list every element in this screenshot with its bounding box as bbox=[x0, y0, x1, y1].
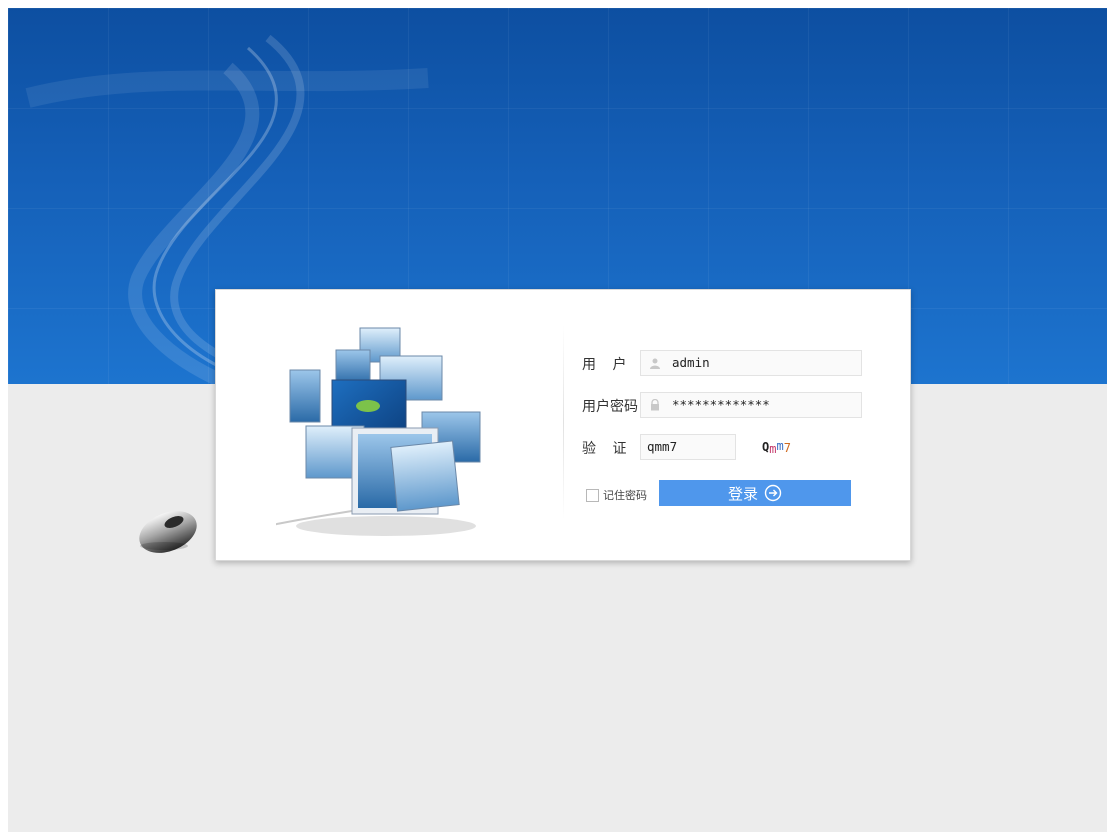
remember-password-label[interactable]: 记住密码 bbox=[603, 487, 647, 503]
captcha-char: m bbox=[776, 439, 784, 453]
vertical-divider bbox=[563, 325, 564, 520]
login-button[interactable]: 登录 bbox=[659, 480, 851, 506]
login-page: 用 户 名 admin 用户密码 ************* 验 证 码 qmm… bbox=[8, 8, 1107, 832]
circle-arrow-right-icon bbox=[764, 484, 782, 502]
password-label: 用户密码 bbox=[582, 399, 638, 415]
captcha-char: 7 bbox=[783, 441, 791, 455]
user-icon bbox=[650, 358, 660, 369]
captcha-char: Q bbox=[762, 440, 770, 454]
remember-password-checkbox[interactable] bbox=[586, 489, 599, 502]
captcha-char: m bbox=[769, 442, 777, 456]
login-card: 用 户 名 admin 用户密码 ************* 验 证 码 qmm… bbox=[215, 289, 911, 561]
password-input[interactable]: ************* bbox=[640, 392, 862, 418]
username-input[interactable]: admin bbox=[640, 350, 862, 376]
captcha-image[interactable]: Qmm7 bbox=[762, 436, 824, 460]
captcha-value: qmm7 bbox=[647, 439, 678, 454]
captcha-input[interactable]: qmm7 bbox=[640, 434, 736, 460]
password-value: ************* bbox=[672, 397, 770, 412]
computer-screens-illustration bbox=[276, 327, 481, 536]
username-value: admin bbox=[672, 355, 710, 370]
lock-icon bbox=[651, 399, 659, 411]
login-button-label: 登录 bbox=[727, 484, 758, 503]
computer-mouse-icon bbox=[139, 511, 197, 553]
